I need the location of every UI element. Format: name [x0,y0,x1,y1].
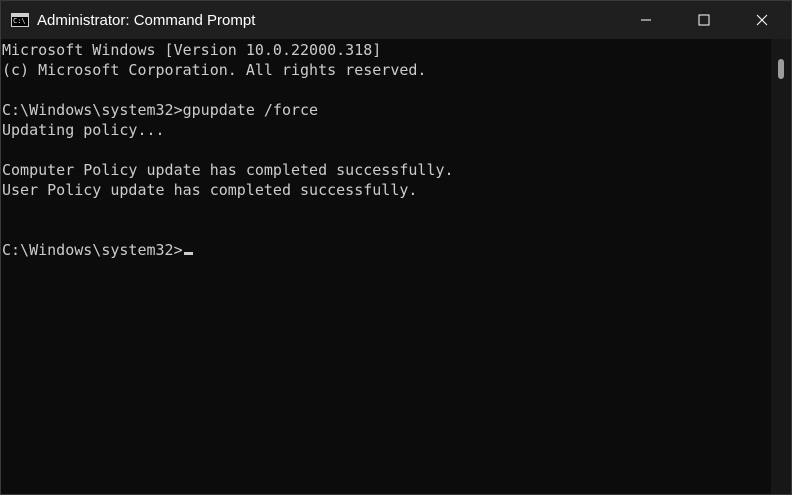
console-line: Computer Policy update has completed suc… [2,161,454,179]
close-button[interactable] [733,1,791,39]
console-line: (c) Microsoft Corporation. All rights re… [2,61,427,79]
prompt-line[interactable]: C:\Windows\system32> [1,240,771,260]
console-line: User Policy update has completed success… [2,181,418,199]
maximize-icon [698,14,710,26]
maximize-button[interactable] [675,1,733,39]
console-line: Microsoft Windows [Version 10.0.22000.31… [2,41,382,59]
console-output[interactable]: Microsoft Windows [Version 10.0.22000.31… [1,39,771,494]
minimize-button[interactable] [617,1,675,39]
title-bar[interactable]: C:\ Administrator: Command Prompt [1,1,791,39]
command-prompt-window: C:\ Administrator: Command Prompt Micros… [0,0,792,495]
minimize-icon [641,19,651,21]
prompt-text: C:\Windows\system32> [2,241,183,259]
text-cursor [183,252,193,255]
console-line: Updating policy... [2,121,165,139]
close-icon [756,14,768,26]
cmd-icon[interactable]: C:\ [11,13,29,27]
window-title: Administrator: Command Prompt [37,11,256,29]
scrollbar-thumb[interactable] [778,59,784,79]
window-controls [617,1,791,39]
vertical-scrollbar[interactable] [771,39,791,494]
console-line: C:\Windows\system32>gpupdate /force [2,101,319,119]
cmd-icon-glyph: C:\ [13,17,26,25]
